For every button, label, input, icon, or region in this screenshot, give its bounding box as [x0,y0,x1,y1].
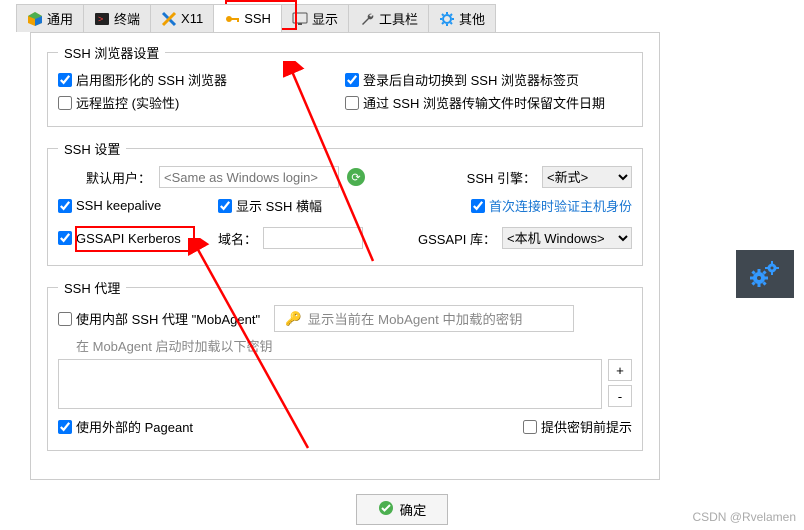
startup-note: 在 MobAgent 启动时加载以下密钥 [76,336,632,355]
ssh-settings-fieldset: SSH 设置 默认用户： ⟳ SSH 引擎： <新式> SSH keepaliv… [47,139,643,266]
confirm-button[interactable]: 确定 [356,494,448,525]
tab-display-label: 显示 [312,9,338,28]
default-user-label: 默认用户： [86,168,151,187]
refresh-icon[interactable]: ⟳ [347,168,365,186]
gssapi-checkbox[interactable]: GSSAPI Kerberos [58,231,218,246]
prompt-key-checkbox[interactable]: 提供密钥前提示 [523,417,632,436]
tab-x11-label: X11 [181,11,203,26]
browser-fieldset: SSH 浏览器设置 启用图形化的 SSH 浏览器 登录后自动切换到 SSH 浏览… [47,43,643,127]
graphical-checkbox[interactable]: 启用图形化的 SSH 浏览器 [58,70,345,89]
monitor-icon [292,11,308,27]
add-key-button[interactable]: + [608,359,632,381]
tab-other-label: 其他 [459,9,485,28]
default-user-input[interactable] [159,166,339,188]
preserve-date-checkbox[interactable]: 通过 SSH 浏览器传输文件时保留文件日期 [345,93,632,112]
tab-display[interactable]: 显示 [281,4,349,32]
tab-general-label: 通用 [47,9,73,28]
gssapi-lib-label: GSSAPI 库： [418,229,496,248]
footer-text: CSDN @Rvelamen [692,510,796,524]
key-icon [224,11,240,27]
svg-text:>: > [98,14,103,24]
terminal-icon: > [94,11,110,27]
wrench-icon [359,11,375,27]
tab-toolbar-label: 工具栏 [379,9,418,28]
x11-icon [161,11,177,27]
keepalive-checkbox[interactable]: SSH keepalive [58,198,218,213]
tab-terminal[interactable]: > 终端 [83,4,151,32]
gears-icon [747,258,783,290]
tab-general[interactable]: 通用 [16,4,84,32]
internal-proxy-checkbox[interactable]: 使用内部 SSH 代理 "MobAgent" [58,309,260,328]
domain-input[interactable] [263,227,363,249]
domain-label: 域名： [218,229,257,248]
remote-monitor-checkbox[interactable]: 远程监控 (实验性) [58,93,345,112]
auto-switch-checkbox[interactable]: 登录后自动切换到 SSH 浏览器标签页 [345,70,632,89]
verify-host-checkbox[interactable]: 首次连接时验证主机身份 [471,196,632,215]
external-pageant-checkbox[interactable]: 使用外部的 Pageant [58,417,193,436]
tab-ssh-label: SSH [244,11,271,26]
gssapi-lib-select[interactable]: <本机 Windows> [502,227,632,249]
tabs-row: 通用 > 终端 X11 SSH 显示 工具栏 其他 [0,0,804,32]
tab-ssh[interactable]: SSH [213,4,282,32]
keys-textarea[interactable] [58,359,602,409]
remove-key-button[interactable]: - [608,385,632,407]
engine-label: SSH 引擎： [467,168,536,187]
tab-terminal-label: 终端 [114,9,140,28]
ssh-proxy-legend: SSH 代理 [58,278,126,297]
ssh-proxy-fieldset: SSH 代理 使用内部 SSH 代理 "MobAgent" 🔑 显示当前在 Mo… [47,278,643,451]
ssh-settings-legend: SSH 设置 [58,139,126,158]
tab-x11[interactable]: X11 [150,4,214,32]
tab-other[interactable]: 其他 [428,4,496,32]
show-keys-button[interactable]: 🔑 显示当前在 MobAgent 中加载的密钥 [274,305,574,332]
show-banner-checkbox[interactable]: 显示 SSH 横幅 [218,196,398,215]
browser-legend: SSH 浏览器设置 [58,43,165,62]
key-icon: 🔑 [285,311,302,327]
side-widget[interactable] [736,250,794,298]
cube-icon [27,11,43,27]
settings-panel: SSH 浏览器设置 启用图形化的 SSH 浏览器 登录后自动切换到 SSH 浏览… [30,32,660,480]
gear-icon [439,11,455,27]
engine-select[interactable]: <新式> [542,166,632,188]
check-icon [378,500,394,519]
tab-toolbar[interactable]: 工具栏 [348,4,429,32]
